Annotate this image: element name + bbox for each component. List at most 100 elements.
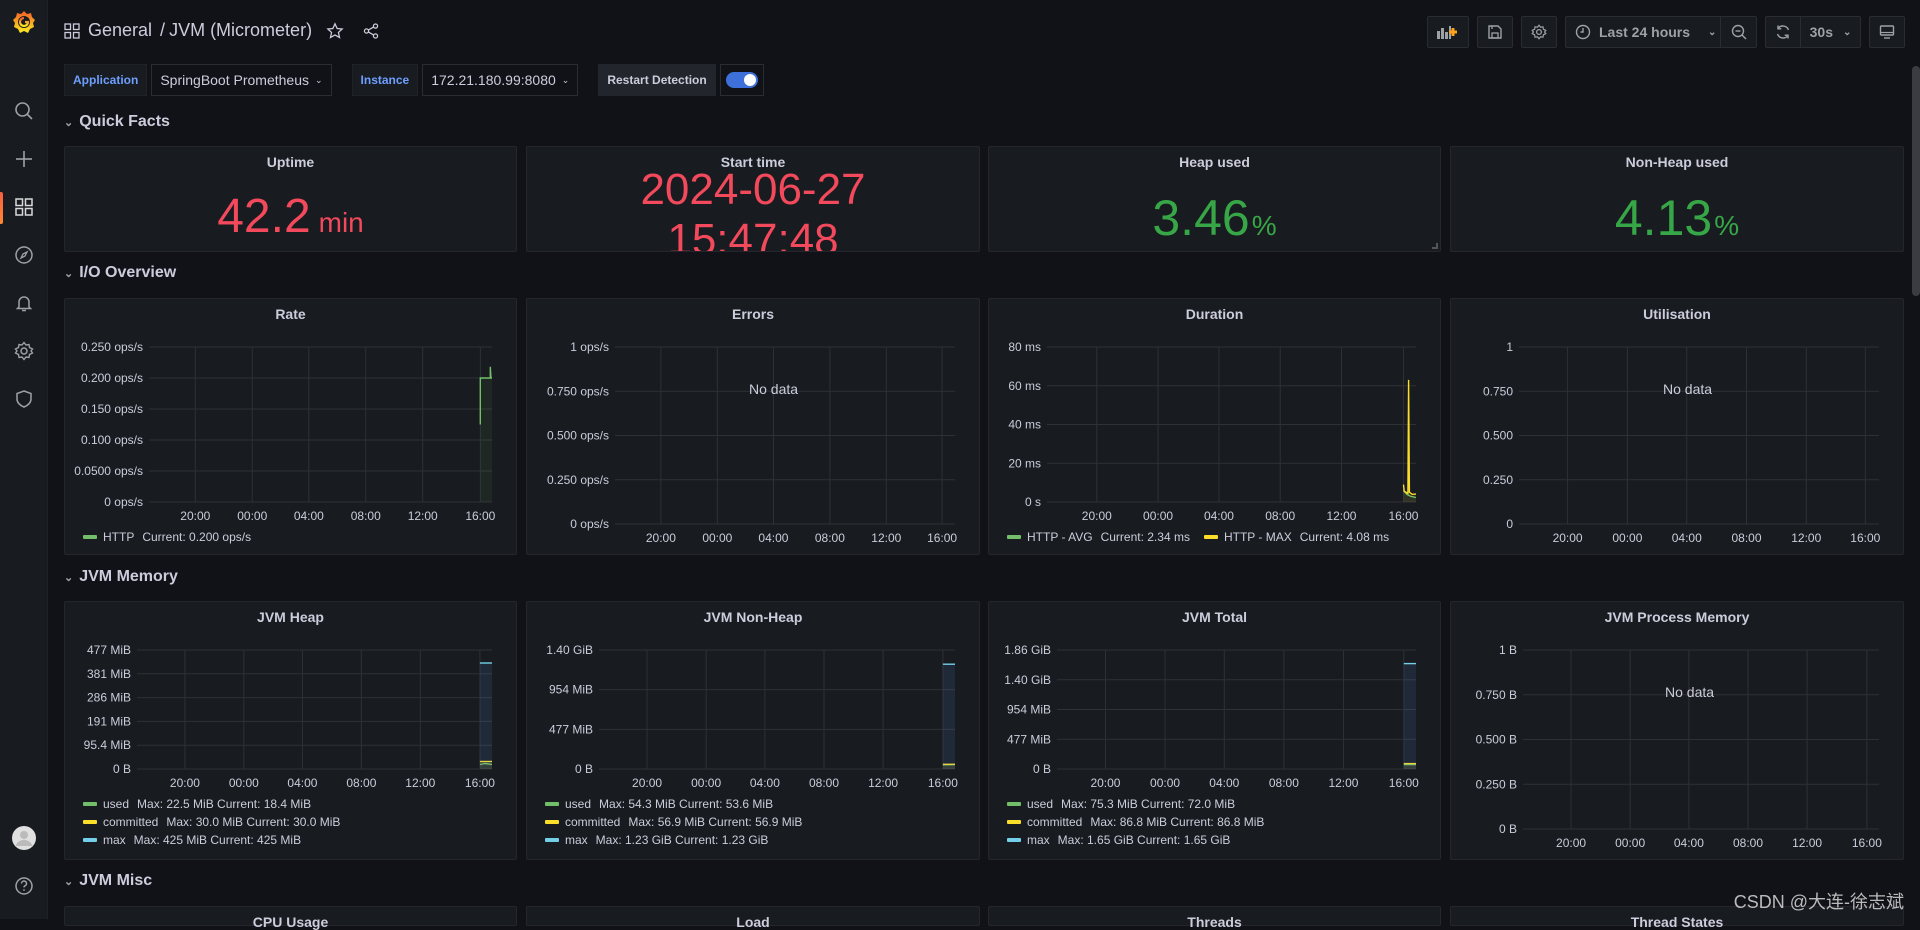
stat-panel-start-time[interactable]: Start time 2024-06-27 15:47:48	[526, 146, 980, 252]
time-range-label: Last 24 hours	[1599, 24, 1690, 40]
y-tick-label: 0 B	[1033, 762, 1051, 776]
panel-title: Thread States	[1451, 914, 1903, 930]
legend-item[interactable]: usedMax: 22.5 MiB Current: 18.4 MiB	[83, 795, 340, 813]
y-tick-label: 1.40 GiB	[546, 643, 593, 657]
legend-values: Max: 56.9 MiB Current: 56.9 MiB	[628, 813, 802, 831]
x-tick-label: 08:00	[1733, 836, 1763, 850]
row-quick-facts[interactable]: ⌄Quick Facts	[64, 113, 170, 131]
dashboard-settings-button[interactable]	[1521, 16, 1557, 48]
breadcrumb-separator: /	[160, 20, 165, 41]
stat-value: 4.13%	[1451, 189, 1903, 247]
legend-series-name: max	[565, 831, 588, 849]
panel-threads[interactable]: Threads	[988, 906, 1441, 926]
legend-values: Max: 425 MiB Current: 425 MiB	[134, 831, 301, 849]
legend-item[interactable]: usedMax: 54.3 MiB Current: 53.6 MiB	[545, 795, 802, 813]
stat-panel-heap-used[interactable]: Heap used 3.46%	[988, 146, 1441, 252]
row-io-overview[interactable]: ⌄I/O Overview	[64, 264, 176, 282]
legend-item[interactable]: maxMax: 1.23 GiB Current: 1.23 GiB	[545, 831, 802, 849]
row-title: JVM Memory	[79, 568, 178, 586]
legend-item[interactable]: HTTP - MAXCurrent: 4.08 ms	[1204, 528, 1389, 546]
bell-icon[interactable]	[12, 291, 36, 315]
gear-icon	[1531, 24, 1547, 40]
y-tick-label: 191 MiB	[87, 714, 131, 728]
panel-load[interactable]: Load	[526, 906, 980, 926]
search-icon[interactable]	[12, 99, 36, 123]
y-tick-label: 286 MiB	[87, 691, 131, 705]
dashboard-title[interactable]: JVM (Micrometer)	[169, 20, 312, 41]
legend-item[interactable]: maxMax: 425 MiB Current: 425 MiB	[83, 831, 340, 849]
legend-series-name: HTTP - MAX	[1224, 528, 1292, 546]
resize-handle[interactable]	[1432, 243, 1438, 249]
graph-panel-errors[interactable]: Errors0 ops/s0.250 ops/s0.500 ops/s0.750…	[526, 298, 980, 555]
shield-icon[interactable]	[12, 387, 36, 411]
chevron-down-icon: ⌄	[1843, 27, 1851, 38]
save-dashboard-button[interactable]	[1477, 16, 1513, 48]
chart-svg: 0 ops/s0.250 ops/s0.500 ops/s0.750 ops/s…	[527, 299, 981, 556]
graph-panel-utilisation[interactable]: Utilisation00.2500.5000.750120:0000:0004…	[1450, 298, 1904, 555]
stat-panel-non-heap-used[interactable]: Non-Heap used 4.13%	[1450, 146, 1904, 252]
graph-panel-rate[interactable]: Rate0 ops/s0.0500 ops/s0.100 ops/s0.150 …	[64, 298, 517, 555]
graph-panel-jvm-total[interactable]: JVM Total0 B477 MiB954 MiB1.40 GiB1.86 G…	[988, 601, 1441, 860]
application-variable-value: SpringBoot Prometheus	[160, 72, 309, 88]
y-tick-label: 0.500 ops/s	[547, 429, 609, 443]
legend-swatch	[83, 535, 97, 539]
dashboards-grid-icon	[64, 23, 80, 39]
series-area-max	[480, 663, 492, 769]
y-tick-label: 40 ms	[1008, 418, 1041, 432]
legend-item[interactable]: maxMax: 1.65 GiB Current: 1.65 GiB	[1007, 831, 1264, 849]
graph-panel-jvm-nonheap[interactable]: JVM Non-Heap0 B477 MiB954 MiB1.40 GiB20:…	[526, 601, 980, 860]
avatar[interactable]	[12, 826, 36, 850]
legend-series-name: HTTP	[103, 528, 134, 546]
gear-icon[interactable]	[12, 339, 36, 363]
share-icon[interactable]	[362, 22, 380, 40]
legend-item[interactable]: HTTP Current: 0.200 ops/s	[83, 528, 251, 546]
dashboards-icon[interactable]	[12, 195, 36, 219]
x-tick-label: 00:00	[1612, 531, 1642, 545]
help-icon[interactable]	[12, 874, 36, 898]
row-jvm-misc[interactable]: ⌄JVM Misc	[64, 872, 152, 890]
legend-values: Current: 0.200 ops/s	[142, 528, 251, 546]
y-tick-label: 381 MiB	[87, 667, 131, 681]
legend-item[interactable]: HTTP - AVGCurrent: 2.34 ms	[1007, 528, 1190, 546]
instance-variable-select[interactable]: 172.21.180.99:8080 ⌄	[422, 64, 578, 96]
toggle-switch[interactable]	[726, 72, 758, 88]
chart-legend: usedMax: 75.3 MiB Current: 72.0 MiBcommi…	[1007, 795, 1264, 849]
restart-detection-toggle[interactable]	[720, 64, 764, 96]
x-tick-label: 04:00	[294, 509, 324, 523]
y-tick-label: 0	[1506, 517, 1513, 531]
legend-item[interactable]: usedMax: 75.3 MiB Current: 72.0 MiB	[1007, 795, 1264, 813]
time-range-picker[interactable]: Last 24 hours ⌄	[1565, 16, 1721, 48]
graph-panel-jvm-heap[interactable]: JVM Heap0 B95.4 MiB191 MiB286 MiB381 MiB…	[64, 601, 517, 860]
zoom-out-button[interactable]	[1721, 16, 1757, 48]
refresh-button[interactable]	[1765, 16, 1801, 48]
row-jvm-memory[interactable]: ⌄JVM Memory	[64, 568, 178, 586]
stat-unit: min	[319, 207, 364, 238]
legend-item[interactable]: committedMax: 30.0 MiB Current: 30.0 MiB	[83, 813, 340, 831]
page-scrollbar[interactable]	[1912, 66, 1920, 296]
application-variable-select[interactable]: SpringBoot Prometheus ⌄	[151, 64, 331, 96]
x-tick-label: 08:00	[1265, 509, 1295, 523]
refresh-interval-picker[interactable]: 30s ⌄	[1801, 16, 1861, 48]
legend-item[interactable]: committedMax: 86.8 MiB Current: 86.8 MiB	[1007, 813, 1264, 831]
tv-mode-button[interactable]	[1869, 16, 1905, 48]
compass-icon[interactable]	[12, 243, 36, 267]
x-tick-label: 00:00	[237, 509, 267, 523]
plus-icon[interactable]	[12, 147, 36, 171]
series-area-max	[1404, 664, 1416, 769]
stat-panel-uptime[interactable]: Uptime 42.2min	[64, 146, 517, 252]
legend-item[interactable]: committedMax: 56.9 MiB Current: 56.9 MiB	[545, 813, 802, 831]
panel-cpu-usage[interactable]: CPU Usage	[64, 906, 517, 926]
grafana-logo-icon[interactable]	[10, 8, 38, 36]
x-tick-label: 20:00	[646, 531, 676, 545]
x-tick-label: 08:00	[1269, 776, 1299, 790]
add-panel-button[interactable]	[1427, 16, 1469, 48]
chart-legend: HTTP - AVGCurrent: 2.34 ms HTTP - MAXCurr…	[1007, 528, 1389, 546]
graph-panel-jvm-process-memory[interactable]: JVM Process Memory0 B0.250 B0.500 B0.750…	[1450, 601, 1904, 860]
breadcrumb-folder[interactable]: General	[88, 20, 152, 41]
panel-title: Uptime	[65, 154, 516, 170]
star-icon[interactable]	[326, 22, 344, 40]
x-tick-label: 12:00	[405, 776, 435, 790]
graph-panel-duration[interactable]: Duration0 s20 ms40 ms60 ms80 ms20:0000:0…	[988, 298, 1441, 555]
refresh-group: 30s ⌄	[1765, 16, 1861, 48]
legend-values: Max: 1.65 GiB Current: 1.65 GiB	[1058, 831, 1231, 849]
